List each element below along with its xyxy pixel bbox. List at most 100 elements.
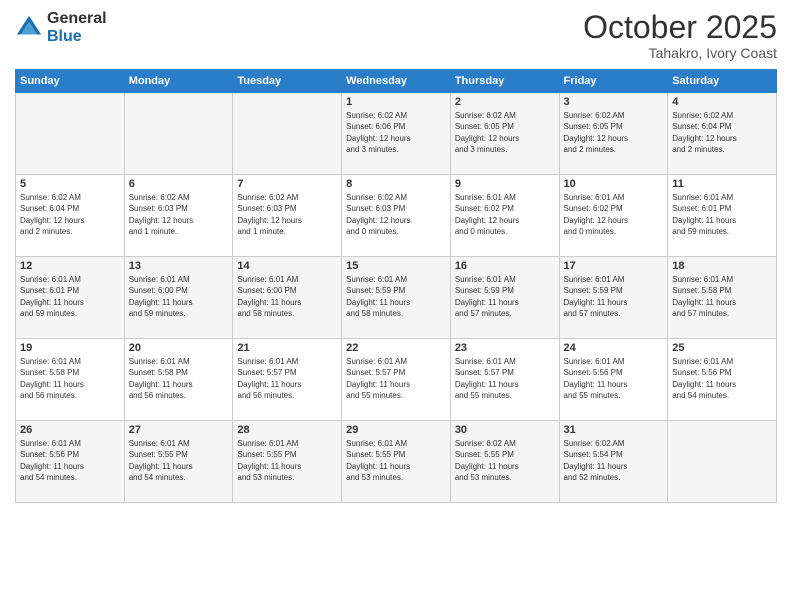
day-detail: Sunrise: 6:01 AMSunset: 6:00 PMDaylight:… <box>237 274 337 319</box>
day-number: 17 <box>564 260 664 272</box>
day-number: 8 <box>346 178 446 190</box>
day-detail: Sunrise: 6:02 AMSunset: 5:55 PMDaylight:… <box>455 438 555 483</box>
day-number: 28 <box>237 424 337 436</box>
day-detail: Sunrise: 6:01 AMSunset: 6:02 PMDaylight:… <box>455 192 555 237</box>
calendar-cell: 17 Sunrise: 6:01 AMSunset: 5:59 PMDayligh… <box>559 257 668 339</box>
day-detail: Sunrise: 6:01 AMSunset: 5:58 PMDaylight:… <box>672 274 772 319</box>
calendar-week-row: 19 Sunrise: 6:01 AMSunset: 5:58 PMDayligh… <box>16 339 777 421</box>
day-number: 5 <box>20 178 120 190</box>
day-detail: Sunrise: 6:01 AMSunset: 5:57 PMDaylight:… <box>237 356 337 401</box>
calendar-week-row: 5 Sunrise: 6:02 AMSunset: 6:04 PMDaylight… <box>16 175 777 257</box>
calendar-cell: 22 Sunrise: 6:01 AMSunset: 5:57 PMDayligh… <box>342 339 451 421</box>
calendar-cell: 11 Sunrise: 6:01 AMSunset: 6:01 PMDayligh… <box>668 175 777 257</box>
day-detail: Sunrise: 6:02 AMSunset: 6:05 PMDaylight:… <box>564 110 664 155</box>
calendar-cell: 26 Sunrise: 6:01 AMSunset: 5:56 PMDayligh… <box>16 421 125 503</box>
day-detail: Sunrise: 6:01 AMSunset: 5:56 PMDaylight:… <box>20 438 120 483</box>
calendar-cell: 7Sunrise: 6:02 AMSunset: 6:03 PMDaylight… <box>233 175 342 257</box>
day-number: 2 <box>455 96 555 108</box>
day-number: 18 <box>672 260 772 272</box>
calendar-cell: 18 Sunrise: 6:01 AMSunset: 5:58 PMDayligh… <box>668 257 777 339</box>
day-number: 10 <box>564 178 664 190</box>
calendar-cell: 25 Sunrise: 6:01 AMSunset: 5:56 PMDayligh… <box>668 339 777 421</box>
calendar-cell: 8 Sunrise: 6:02 AMSunset: 6:03 PMDaylight… <box>342 175 451 257</box>
day-number: 6 <box>129 178 229 190</box>
title-block: October 2025 Tahakro, Ivory Coast <box>583 10 777 61</box>
calendar-week-row: 26 Sunrise: 6:01 AMSunset: 5:56 PMDayligh… <box>16 421 777 503</box>
page: General Blue October 2025 Tahakro, Ivory… <box>0 0 792 612</box>
calendar-cell: 30 Sunrise: 6:02 AMSunset: 5:55 PMDayligh… <box>450 421 559 503</box>
day-number: 12 <box>20 260 120 272</box>
day-detail: Sunrise: 6:01 AMSunset: 5:57 PMDaylight:… <box>346 356 446 401</box>
day-number: 3 <box>564 96 664 108</box>
day-detail: Sunrise: 6:01 AMSunset: 6:01 PMDaylight:… <box>672 192 772 237</box>
day-number: 16 <box>455 260 555 272</box>
day-detail: Sunrise: 6:01 AMSunset: 5:59 PMDaylight:… <box>455 274 555 319</box>
logo-icon <box>15 14 43 42</box>
day-number: 31 <box>564 424 664 436</box>
day-number: 4 <box>672 96 772 108</box>
calendar-cell: 28 Sunrise: 6:01 AMSunset: 5:55 PMDayligh… <box>233 421 342 503</box>
day-detail: Sunrise: 6:01 AMSunset: 6:00 PMDaylight:… <box>129 274 229 319</box>
calendar-cell: 14 Sunrise: 6:01 AMSunset: 6:00 PMDayligh… <box>233 257 342 339</box>
month-title: October 2025 <box>583 10 777 45</box>
calendar: SundayMondayTuesdayWednesdayThursdayFrid… <box>15 69 777 503</box>
calendar-cell: 21 Sunrise: 6:01 AMSunset: 5:57 PMDayligh… <box>233 339 342 421</box>
day-detail: Sunrise: 6:02 AMSunset: 6:06 PMDaylight:… <box>346 110 446 155</box>
calendar-cell: 13 Sunrise: 6:01 AMSunset: 6:00 PMDayligh… <box>124 257 233 339</box>
calendar-cell: 10 Sunrise: 6:01 AMSunset: 6:02 PMDayligh… <box>559 175 668 257</box>
day-number: 14 <box>237 260 337 272</box>
day-detail: Sunrise: 6:02 AMSunset: 6:04 PMDaylight:… <box>672 110 772 155</box>
calendar-cell: 23 Sunrise: 6:01 AMSunset: 5:57 PMDayligh… <box>450 339 559 421</box>
day-number: 22 <box>346 342 446 354</box>
day-detail: Sunrise: 6:02 AMSunset: 6:04 PMDaylight:… <box>20 192 120 237</box>
day-number: 23 <box>455 342 555 354</box>
weekday-header: Saturday <box>668 70 777 93</box>
day-detail: Sunrise: 6:02 AMSunset: 6:03 PMDaylight:… <box>346 192 446 237</box>
day-detail: Sunrise: 6:01 AMSunset: 5:59 PMDaylight:… <box>564 274 664 319</box>
day-detail: Sunrise: 6:01 AMSunset: 5:58 PMDaylight:… <box>129 356 229 401</box>
day-detail: Sunrise: 6:01 AMSunset: 6:02 PMDaylight:… <box>564 192 664 237</box>
calendar-cell <box>668 421 777 503</box>
calendar-cell: 12Sunrise: 6:01 AMSunset: 6:01 PMDayligh… <box>16 257 125 339</box>
calendar-cell <box>16 93 125 175</box>
calendar-cell: 31 Sunrise: 6:02 AMSunset: 5:54 PMDayligh… <box>559 421 668 503</box>
calendar-cell: 6 Sunrise: 6:02 AMSunset: 6:03 PMDaylight… <box>124 175 233 257</box>
calendar-cell: 24Sunrise: 6:01 AMSunset: 5:56 PMDayligh… <box>559 339 668 421</box>
day-detail: Sunrise: 6:01 AMSunset: 5:55 PMDaylight:… <box>346 438 446 483</box>
day-number: 25 <box>672 342 772 354</box>
day-number: 11 <box>672 178 772 190</box>
day-number: 29 <box>346 424 446 436</box>
calendar-cell: 15 Sunrise: 6:01 AMSunset: 5:59 PMDayligh… <box>342 257 451 339</box>
day-detail: Sunrise: 6:01 AMSunset: 5:56 PMDaylight:… <box>672 356 772 401</box>
day-detail: Sunrise: 6:01 AMSunset: 5:57 PMDaylight:… <box>455 356 555 401</box>
day-detail: Sunrise: 6:01 AMSunset: 5:55 PMDaylight:… <box>237 438 337 483</box>
weekday-header: Friday <box>559 70 668 93</box>
calendar-cell: 3 Sunrise: 6:02 AMSunset: 6:05 PMDaylight… <box>559 93 668 175</box>
calendar-cell: 2 Sunrise: 6:02 AMSunset: 6:05 PMDaylight… <box>450 93 559 175</box>
day-number: 26 <box>20 424 120 436</box>
day-number: 15 <box>346 260 446 272</box>
logo: General Blue <box>15 10 107 45</box>
calendar-cell: 4 Sunrise: 6:02 AMSunset: 6:04 PMDaylight… <box>668 93 777 175</box>
day-number: 30 <box>455 424 555 436</box>
day-number: 27 <box>129 424 229 436</box>
day-detail: Sunrise: 6:02 AMSunset: 6:05 PMDaylight:… <box>455 110 555 155</box>
day-number: 21 <box>237 342 337 354</box>
calendar-cell: 9 Sunrise: 6:01 AMSunset: 6:02 PMDaylight… <box>450 175 559 257</box>
calendar-cell <box>233 93 342 175</box>
calendar-cell: 5 Sunrise: 6:02 AMSunset: 6:04 PMDaylight… <box>16 175 125 257</box>
day-number: 13 <box>129 260 229 272</box>
calendar-cell: 19Sunrise: 6:01 AMSunset: 5:58 PMDayligh… <box>16 339 125 421</box>
day-detail: Sunrise: 6:02 AMSunset: 5:54 PMDaylight:… <box>564 438 664 483</box>
weekday-header: Thursday <box>450 70 559 93</box>
day-number: 19 <box>20 342 120 354</box>
calendar-cell: 29 Sunrise: 6:01 AMSunset: 5:55 PMDayligh… <box>342 421 451 503</box>
day-detail: Sunrise: 6:01 AMSunset: 5:59 PMDaylight:… <box>346 274 446 319</box>
logo-general-text: General <box>47 10 107 28</box>
day-detail: Sunrise: 6:01 AMSunset: 5:56 PMDaylight:… <box>564 356 664 401</box>
day-number: 9 <box>455 178 555 190</box>
weekday-header: Wednesday <box>342 70 451 93</box>
day-detail: Sunrise: 6:02 AMSunset: 6:03 PMDaylight:… <box>129 192 229 237</box>
weekday-header-row: SundayMondayTuesdayWednesdayThursdayFrid… <box>16 70 777 93</box>
location-title: Tahakro, Ivory Coast <box>583 45 777 61</box>
